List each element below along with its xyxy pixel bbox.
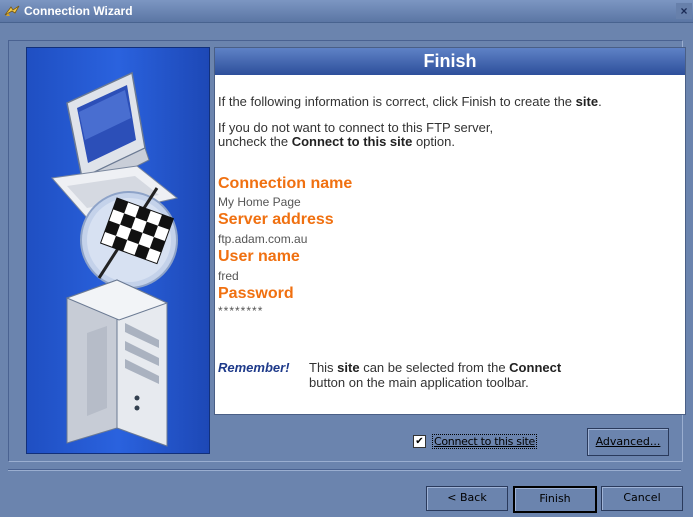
advanced-button[interactable]: Advanced... — [587, 428, 669, 456]
server-address-label: Server address — [218, 211, 334, 228]
connect-checkbox[interactable]: ✔ — [413, 434, 426, 448]
connection-name-value: My Home Page — [218, 195, 301, 209]
close-icon[interactable]: × — [676, 3, 692, 19]
user-name-label: User name — [218, 248, 300, 265]
connection-wizard-window: Connection Wizard × Finish If the follow… — [0, 0, 693, 517]
connect-to-site-option[interactable]: ✔ Connect to this site — [413, 433, 537, 449]
title-bar[interactable]: Connection Wizard × — [0, 0, 693, 23]
server-address-value: ftp.adam.com.au — [218, 232, 308, 246]
connection-name-label: Connection name — [218, 175, 353, 192]
footer-separator — [8, 469, 681, 471]
wizard-side-art — [26, 47, 210, 454]
computer-tower-icon — [65, 279, 169, 447]
window-title: Connection Wizard — [24, 4, 133, 18]
finish-button[interactable]: Finish — [513, 486, 597, 513]
password-label: Password — [218, 285, 294, 302]
password-value: ******** — [218, 304, 264, 318]
remember-line-1: This site can be selected from the Conne… — [309, 360, 562, 375]
intro-line-2: If you do not want to connect to this FT… — [218, 120, 494, 135]
intro-line-1: If the following information is correct,… — [218, 94, 602, 109]
page-title: Finish — [215, 48, 685, 75]
intro-line-3: uncheck the Connect to this site option. — [218, 134, 455, 149]
remember-line-2: button on the main application toolbar. — [309, 375, 529, 390]
remember-label: Remember! — [218, 360, 290, 375]
advanced-button-label: Advanced... — [595, 435, 661, 448]
finish-content-panel: Finish If the following information is c… — [214, 47, 686, 415]
connect-checkbox-label[interactable]: Connect to this site — [432, 433, 537, 449]
user-name-value: fred — [218, 269, 239, 283]
wizard-icon — [4, 3, 20, 19]
back-button[interactable]: < Back — [426, 486, 508, 511]
cancel-button[interactable]: Cancel — [601, 486, 683, 511]
